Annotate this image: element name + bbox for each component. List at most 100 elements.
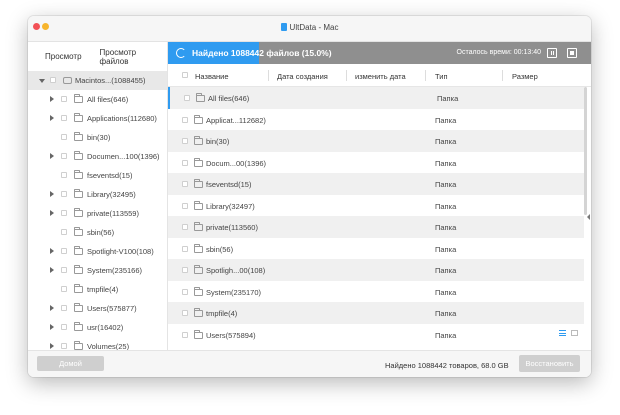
tree-item-checkbox[interactable] — [61, 229, 67, 235]
row-type: Папка — [437, 94, 459, 103]
folder-icon — [74, 151, 83, 160]
tree-item-checkbox[interactable] — [61, 343, 67, 349]
restore-button[interactable]: Восстановить — [519, 355, 580, 372]
tree-item-checkbox[interactable] — [50, 77, 56, 83]
folder-icon — [74, 303, 83, 312]
column-modified[interactable]: изменить дата — [355, 72, 406, 81]
sidebar-tree-item[interactable]: Applications(112680) — [28, 109, 167, 128]
pause-icon[interactable] — [547, 48, 557, 58]
row-checkbox[interactable] — [182, 138, 188, 144]
row-checkbox[interactable] — [182, 288, 188, 295]
sidebar-tree-item[interactable]: Spotlight-V100(108) — [28, 242, 167, 261]
sidebar: Просмотр Просмотр файлов Macintos...(108… — [28, 42, 168, 351]
folder-icon — [194, 222, 203, 231]
triangle-right-icon[interactable] — [50, 191, 54, 197]
table-row[interactable]: System(235170) Папка — [168, 281, 584, 303]
sidebar-tree-item[interactable]: fseventsd(15) — [28, 166, 167, 185]
table-row[interactable]: bin(30) Папка — [168, 130, 584, 152]
tree-item-label: All files(646) — [87, 95, 129, 104]
sidebar-tree-item[interactable]: sbin(56) — [28, 223, 167, 242]
table-row[interactable]: All files(646) Папка — [168, 87, 584, 109]
folder-icon — [194, 179, 203, 188]
sidebar-tree-item[interactable]: Documen...100(1396) — [28, 147, 167, 166]
folder-icon — [74, 170, 83, 179]
table-row[interactable]: tmpfile(4) Папка — [168, 302, 584, 324]
triangle-right-icon[interactable] — [50, 115, 54, 121]
row-checkbox[interactable] — [182, 310, 188, 316]
row-checkbox[interactable] — [182, 267, 188, 273]
row-name: Spotligh...00(108) — [206, 266, 266, 275]
tab-preview[interactable]: Просмотр — [28, 52, 82, 61]
row-checkbox[interactable] — [182, 245, 188, 252]
table-row[interactable]: Docum...00(1396) Папка — [168, 152, 584, 174]
tree-item-checkbox[interactable] — [61, 172, 67, 178]
tree-item-label: Library(32495) — [87, 190, 136, 199]
stop-icon[interactable] — [567, 48, 577, 58]
tree-item-checkbox[interactable] — [61, 324, 67, 330]
title-bar: UltData - Mac — [28, 16, 591, 42]
list-view-icon[interactable] — [559, 330, 566, 336]
tree-item-checkbox[interactable] — [61, 191, 67, 197]
sidebar-tree-item[interactable]: tmpfile(4) — [28, 280, 167, 299]
select-all-checkbox[interactable] — [182, 72, 188, 78]
tree-item-checkbox[interactable] — [61, 96, 67, 102]
sidebar-tree-item[interactable]: private(113559) — [28, 204, 167, 223]
triangle-right-icon[interactable] — [50, 248, 54, 254]
home-button[interactable]: Домой — [37, 356, 104, 371]
collapse-arrow-icon[interactable] — [587, 214, 590, 220]
triangle-right-icon[interactable] — [50, 305, 54, 311]
tree-item-label: private(113559) — [87, 209, 139, 218]
sidebar-tree-item[interactable]: System(235166) — [28, 261, 167, 280]
window-title: UltData - Mac — [28, 23, 591, 32]
sidebar-tree-item[interactable]: Users(575877) — [28, 299, 167, 318]
tree-item-checkbox[interactable] — [61, 134, 67, 140]
row-checkbox[interactable] — [182, 331, 188, 338]
row-checkbox[interactable] — [182, 181, 188, 187]
triangle-right-icon[interactable] — [50, 343, 54, 349]
column-created[interactable]: Дата создания — [277, 72, 328, 81]
row-name: Applicat...112682) — [206, 115, 266, 125]
tree-item-label: usr(16402) — [87, 323, 124, 332]
sidebar-tree-item[interactable]: Macintos...(1088455) — [28, 71, 167, 90]
row-checkbox[interactable] — [182, 224, 188, 230]
folder-icon — [74, 284, 83, 293]
table-row[interactable]: private(113560) Папка — [168, 216, 584, 238]
column-divider — [425, 70, 426, 81]
row-checkbox[interactable] — [182, 202, 188, 209]
sidebar-tree-item[interactable]: bin(30) — [28, 128, 167, 147]
tree-item-checkbox[interactable] — [61, 267, 67, 273]
tree-item-checkbox[interactable] — [61, 305, 67, 311]
sidebar-tree-item[interactable]: Library(32495) — [28, 185, 167, 204]
row-name: All files(646) — [208, 94, 250, 103]
triangle-right-icon[interactable] — [50, 96, 54, 102]
row-checkbox[interactable] — [182, 159, 188, 166]
triangle-down-icon[interactable] — [39, 79, 45, 83]
sidebar-tree-item[interactable]: usr(16402) — [28, 318, 167, 337]
table-row[interactable]: Spotligh...00(108) Папка — [168, 259, 584, 281]
tree-item-checkbox[interactable] — [61, 210, 67, 216]
row-checkbox[interactable] — [184, 95, 190, 101]
column-name[interactable]: Название — [195, 72, 229, 81]
triangle-right-icon[interactable] — [50, 153, 54, 159]
sidebar-tree-item[interactable]: All files(646) — [28, 90, 167, 109]
tab-file-preview[interactable]: Просмотр файлов — [82, 48, 167, 66]
table-row[interactable]: Library(32497) Папка — [168, 195, 584, 217]
tree-item-checkbox[interactable] — [61, 115, 67, 121]
list-scrollbar[interactable] — [584, 87, 587, 215]
tree-item-checkbox[interactable] — [61, 153, 67, 159]
folder-icon — [74, 265, 83, 274]
table-row[interactable]: Users(575894) Папка — [168, 324, 584, 346]
row-checkbox[interactable] — [182, 116, 188, 123]
table-row[interactable]: sbin(56) Папка — [168, 238, 584, 260]
triangle-right-icon[interactable] — [50, 324, 54, 330]
triangle-right-icon[interactable] — [50, 210, 54, 216]
table-row[interactable]: Applicat...112682) Папка — [168, 109, 584, 131]
grid-view-icon[interactable] — [571, 330, 578, 336]
tree-item-checkbox[interactable] — [61, 286, 67, 292]
triangle-right-icon[interactable] — [50, 267, 54, 273]
table-row[interactable]: fseventsd(15) Папка — [168, 173, 584, 195]
column-size[interactable]: Размер — [512, 72, 538, 81]
column-type[interactable]: Тип — [435, 72, 448, 81]
app-window: UltData - Mac Просмотр Просмотр файлов M… — [28, 16, 591, 377]
tree-item-checkbox[interactable] — [61, 248, 67, 254]
